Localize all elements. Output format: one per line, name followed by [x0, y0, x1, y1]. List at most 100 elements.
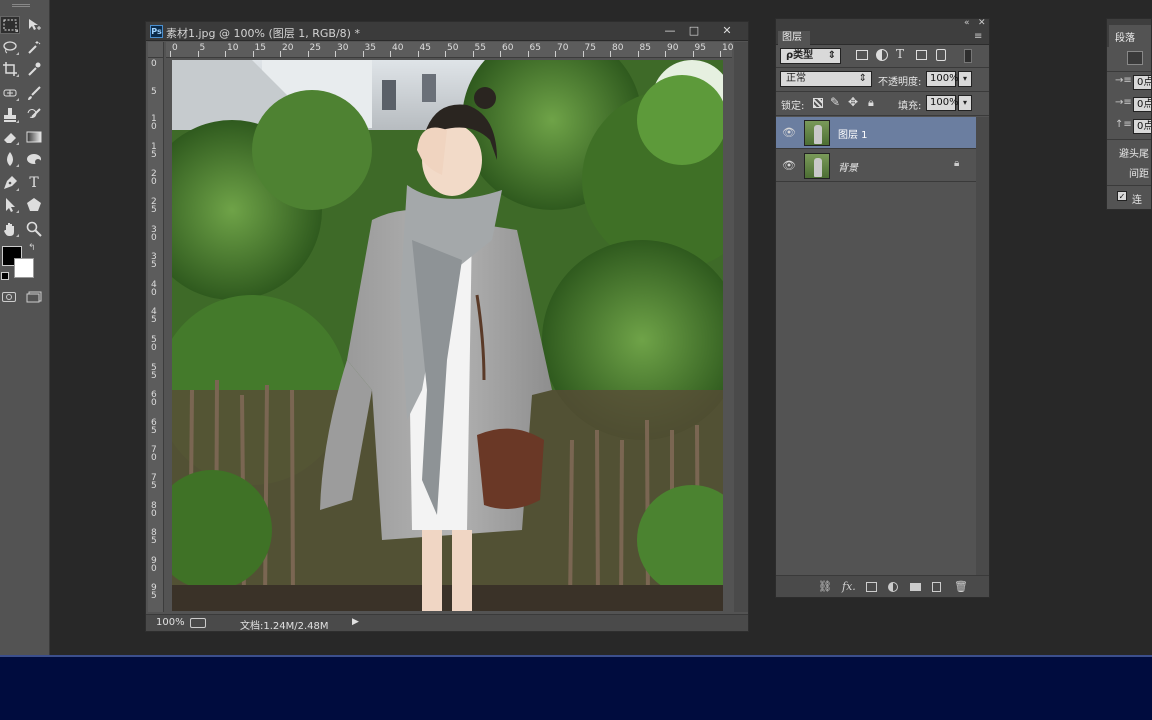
lasso-tool-icon[interactable] — [0, 38, 20, 56]
ruler-tick-label: 60 — [502, 43, 514, 53]
opacity-field[interactable]: 100% — [926, 71, 959, 87]
indent-left-icon: →≡ — [1115, 75, 1132, 86]
document-window: Ps 素材1.jpg @ 100% (图层 1, RGB/8) * — □ ✕ … — [145, 21, 749, 632]
lock-position-icon[interactable]: ✥ — [848, 95, 858, 109]
type-filter-icon[interactable]: T — [896, 47, 904, 61]
smart-object-filter-icon[interactable] — [936, 49, 946, 61]
filter-toggle-switch[interactable] — [964, 49, 972, 63]
indent-left-field[interactable]: 0点 — [1133, 75, 1151, 90]
blur-tool-icon[interactable] — [0, 150, 20, 168]
fx-icon[interactable]: fx. — [842, 580, 856, 593]
image-canvas[interactable] — [172, 60, 723, 611]
adjustment-filter-icon[interactable] — [876, 49, 888, 61]
lock-transparent-icon[interactable] — [813, 98, 823, 108]
layer-name[interactable]: 背景 — [838, 159, 858, 174]
ruler-tick-label: 45 — [151, 307, 157, 326]
zoom-tool-icon[interactable] — [24, 220, 44, 238]
opacity-slider-button[interactable]: ▾ — [958, 71, 972, 87]
shape-filter-icon[interactable] — [916, 50, 927, 60]
ruler-tick-label: 70 — [151, 445, 157, 464]
new-group-folder-icon[interactable] — [910, 583, 921, 591]
layers-scrollbar[interactable] — [976, 117, 989, 575]
ruler-tick-label: 85 — [151, 528, 157, 547]
lock-all-icon[interactable]: 🔒︎ — [868, 96, 874, 110]
tab-layers[interactable]: 图层 — [778, 31, 810, 45]
adjustment-layer-icon[interactable] — [888, 582, 898, 592]
new-layer-icon[interactable] — [932, 582, 941, 592]
layer-row[interactable]: 👁︎ 图层 1 — [776, 117, 976, 149]
document-title-bar[interactable]: Ps 素材1.jpg @ 100% (图层 1, RGB/8) * — □ ✕ — [146, 22, 748, 41]
hyphenate-checkbox[interactable]: ✓ — [1117, 191, 1127, 201]
healing-tool-icon[interactable] — [0, 84, 20, 102]
ruler-tick-label: 30 — [151, 224, 157, 243]
ruler-tick — [390, 51, 391, 57]
ruler-tick-label: 35 — [364, 43, 376, 53]
tab-paragraph[interactable]: 段落 — [1109, 25, 1151, 47]
close-panel-icon[interactable]: ✕ — [978, 18, 986, 28]
ruler-tick — [582, 51, 584, 57]
ruler-tick-label: 10 — [227, 43, 239, 53]
hand-tool-icon[interactable] — [0, 220, 20, 238]
minimize-button[interactable]: — — [658, 22, 682, 39]
toolbox-grip[interactable] — [12, 4, 30, 7]
shape-tool-icon[interactable] — [24, 196, 44, 214]
layer-filter-dropdown[interactable]: ρ类型 ⇕ — [780, 48, 841, 64]
status-menu-arrow-icon[interactable]: ▶ — [352, 617, 359, 627]
ruler-tick — [527, 51, 529, 57]
ruler-tick-label: 70 — [557, 43, 569, 53]
blend-mode-dropdown[interactable]: 正常 ⇕ — [780, 71, 872, 87]
brush-tool-icon[interactable] — [24, 84, 44, 102]
history-brush-tool-icon[interactable] — [24, 106, 44, 124]
eyedropper-tool-icon[interactable] — [24, 60, 44, 78]
crop-tool-icon[interactable] — [0, 60, 20, 78]
move-tool-icon[interactable] — [24, 16, 44, 34]
status-preview-icon[interactable] — [190, 618, 206, 628]
panel-header[interactable]: « ✕ — [776, 18, 989, 31]
ruler-origin[interactable] — [148, 42, 164, 58]
horizontal-ruler[interactable]: 0 5 10 15 20 25 30 35 40 45 50 55 60 65 70 75 80 85 90 95 10 — [166, 42, 734, 58]
panel-menu-icon[interactable]: ≡ — [974, 31, 982, 42]
ruler-tick-label: 40 — [392, 43, 404, 53]
align-left-button[interactable] — [1127, 51, 1143, 65]
add-mask-icon[interactable] — [866, 582, 877, 592]
ruler-tick-label: 10 — [722, 43, 734, 53]
layer-row[interactable]: 👁︎ 背景 🔒︎ — [776, 150, 976, 182]
marquee-tool-icon[interactable] — [0, 16, 20, 34]
zoom-level[interactable]: 100% — [156, 617, 185, 628]
toolbox: T ↰ — [0, 0, 50, 655]
collapse-panel-icon[interactable]: « — [964, 18, 970, 28]
visibility-eye-icon[interactable]: 👁︎ — [782, 126, 796, 139]
swap-colors-icon[interactable]: ↰ — [28, 243, 36, 253]
path-select-tool-icon[interactable] — [0, 196, 20, 214]
screen-mode-icon[interactable] — [26, 291, 42, 303]
indent-first-field[interactable]: 0点 — [1133, 97, 1151, 112]
lock-pixels-icon[interactable]: ✎ — [830, 95, 840, 109]
ruler-tick-label: 95 — [151, 583, 157, 602]
ruler-tick-label: 85 — [639, 43, 651, 53]
opacity-label: 不透明度: — [878, 77, 922, 88]
gradient-tool-icon[interactable] — [24, 128, 44, 146]
link-layers-icon[interactable]: ⛓︎ — [818, 580, 832, 593]
photoshop-logo-icon: Ps — [150, 25, 163, 38]
fill-field[interactable]: 100% — [926, 95, 959, 111]
fill-slider-button[interactable]: ▾ — [958, 95, 972, 111]
type-tool-icon[interactable]: T — [24, 174, 44, 192]
quick-mask-icon[interactable] — [2, 292, 16, 302]
vertical-scrollbar[interactable] — [734, 42, 748, 612]
visibility-eye-icon[interactable]: 👁︎ — [782, 159, 796, 172]
stamp-tool-icon[interactable] — [0, 106, 20, 124]
layer-name[interactable]: 图层 1 — [838, 126, 868, 141]
space-before-field[interactable]: 0点 — [1133, 119, 1151, 134]
vertical-ruler[interactable]: 0 5 10 15 20 25 30 35 40 45 50 55 60 65 70 75 80 85 90 95 — [148, 58, 164, 612]
dodge-tool-icon[interactable] — [24, 150, 44, 168]
close-button[interactable]: ✕ — [706, 22, 748, 39]
magic-wand-tool-icon[interactable] — [24, 38, 44, 56]
default-colors-icon[interactable] — [1, 272, 9, 280]
pen-tool-icon[interactable] — [0, 174, 20, 192]
maximize-button[interactable]: □ — [682, 22, 706, 39]
trash-icon[interactable]: 🗑︎ — [954, 580, 968, 593]
eraser-tool-icon[interactable] — [0, 128, 20, 146]
pixel-filter-icon[interactable] — [856, 50, 868, 60]
ruler-tick — [170, 51, 171, 57]
background-color-swatch[interactable] — [14, 258, 34, 278]
